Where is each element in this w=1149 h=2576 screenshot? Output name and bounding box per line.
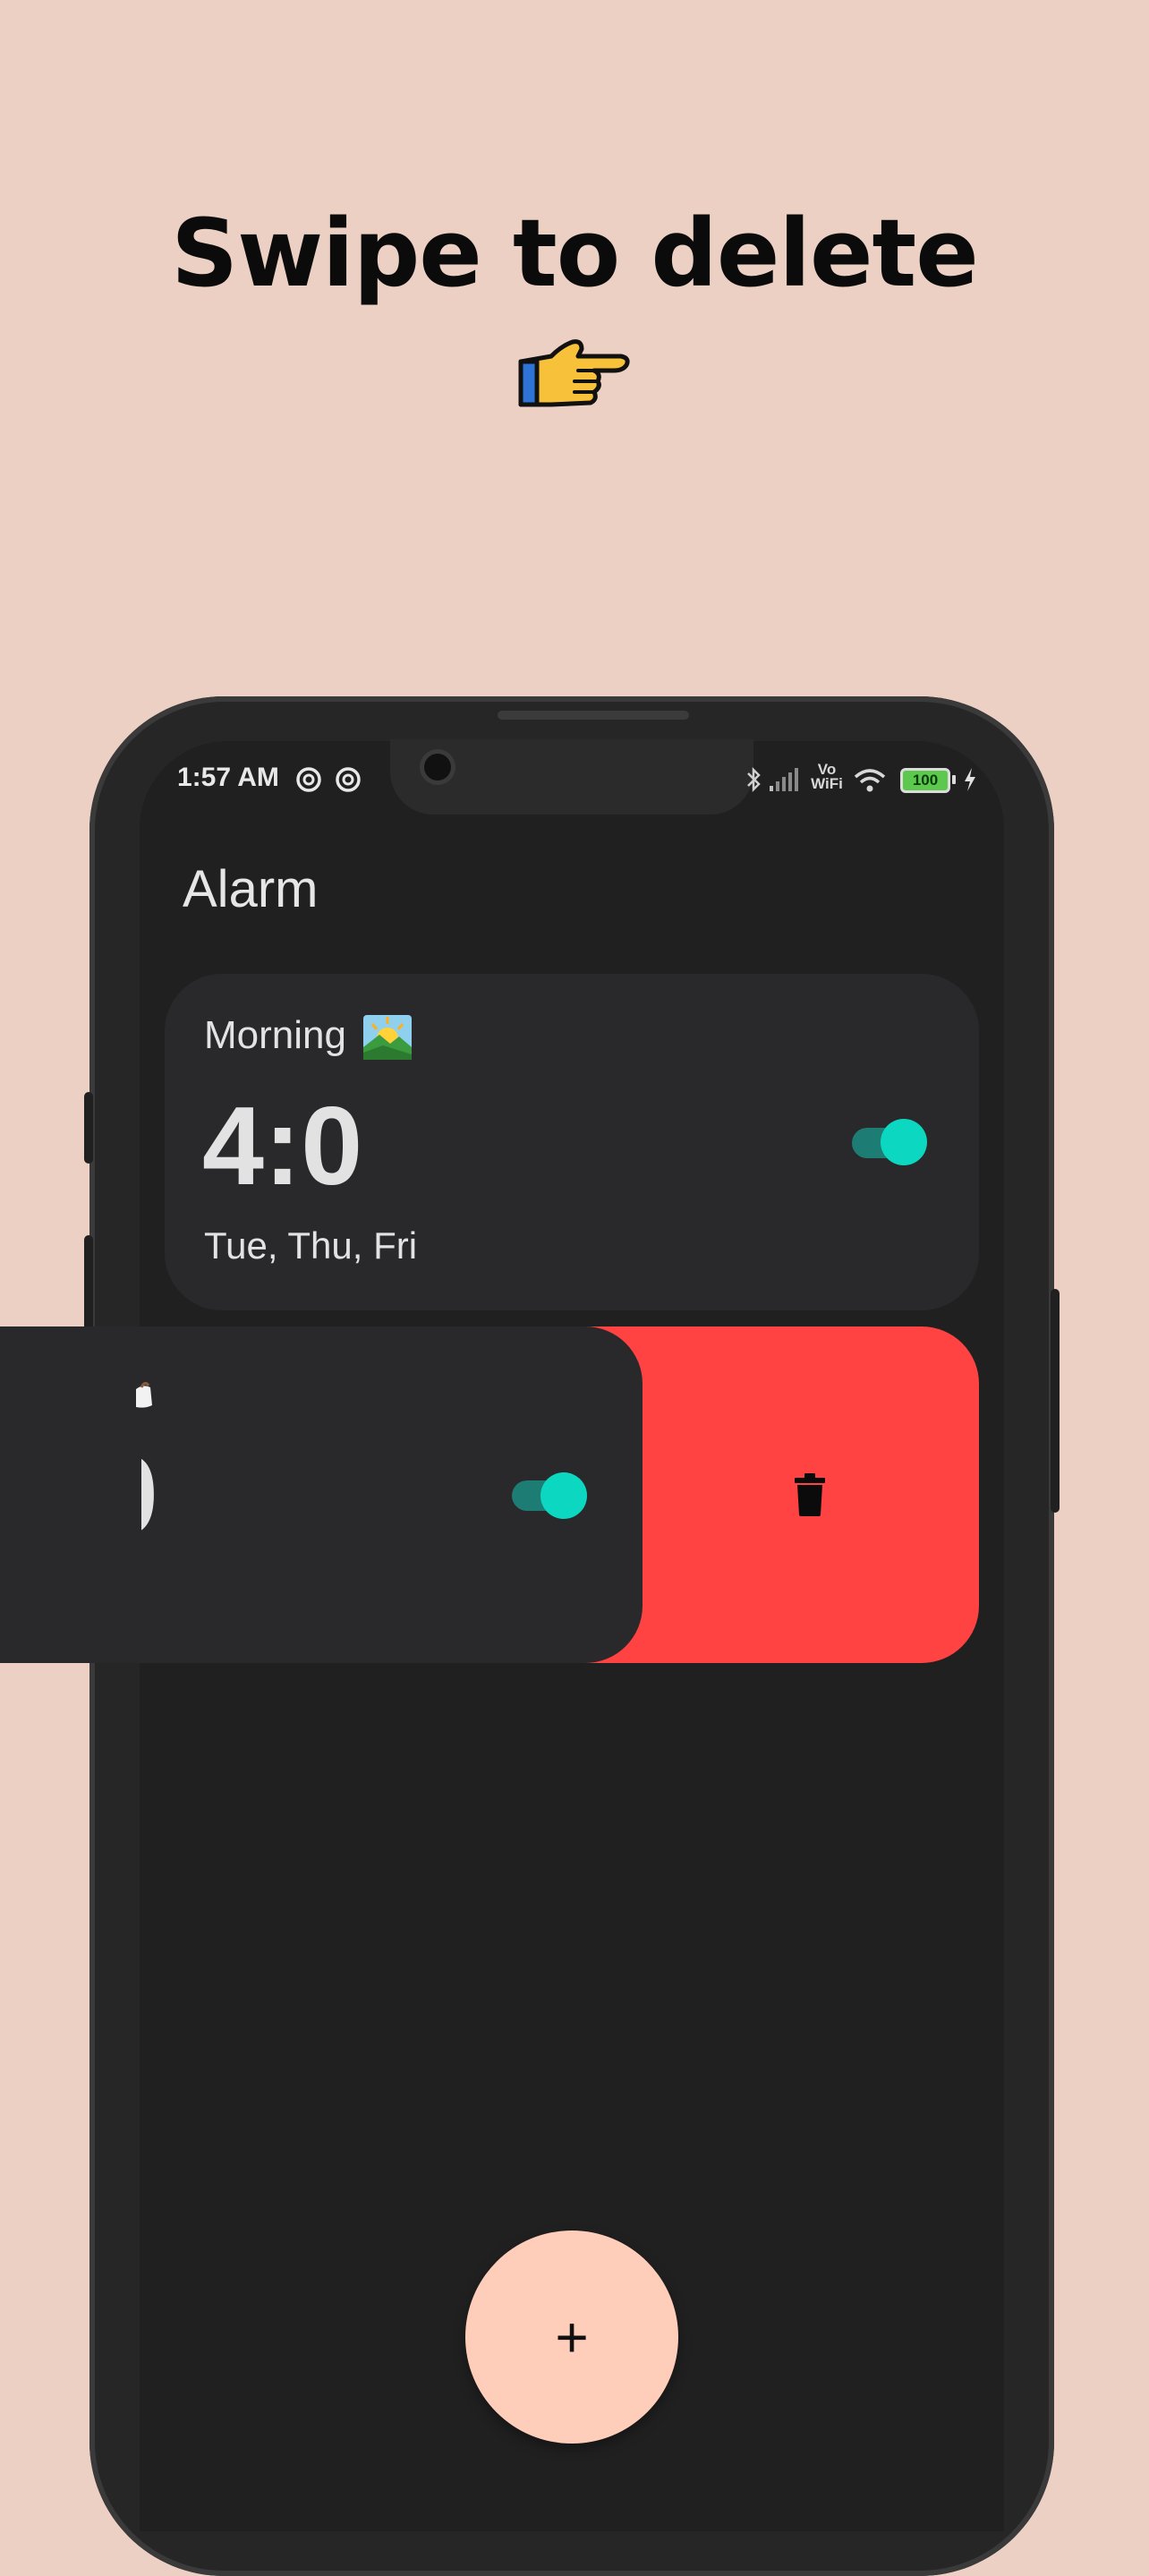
battery-indicator: 100 [900, 768, 950, 793]
app-title: Alarm [183, 860, 319, 918]
sync-icon [336, 767, 361, 792]
earpiece-speaker [498, 711, 689, 720]
add-alarm-button[interactable]: + [465, 2231, 678, 2444]
bluetooth-icon [747, 766, 761, 793]
coffee-icon [136, 1381, 152, 1408]
front-camera [424, 754, 451, 780]
alarm-label: Morning [204, 1013, 346, 1057]
signal-icon [770, 768, 798, 791]
alarm-days: Tue, Thu, Fri [204, 1224, 418, 1267]
battery-cap [952, 775, 956, 784]
volume-button [84, 1092, 93, 1164]
power-button [1051, 1289, 1060, 1513]
sunrise-icon [363, 1015, 412, 1060]
sync-icon [296, 767, 321, 792]
alarm-time: 4:0 [202, 1085, 363, 1208]
status-time: 1:57 AM [177, 763, 279, 792]
alarm-toggle-thumb[interactable] [881, 1119, 927, 1165]
wifi-icon [854, 769, 886, 792]
charging-icon [965, 768, 975, 791]
trash-icon[interactable] [793, 1473, 827, 1516]
promo-headline: Swipe to delete [171, 199, 979, 308]
pointing-right-hand-icon [518, 339, 630, 407]
alarm-toggle-thumb[interactable] [540, 1472, 587, 1519]
vowifi-label: Vo WiFi [811, 761, 843, 792]
